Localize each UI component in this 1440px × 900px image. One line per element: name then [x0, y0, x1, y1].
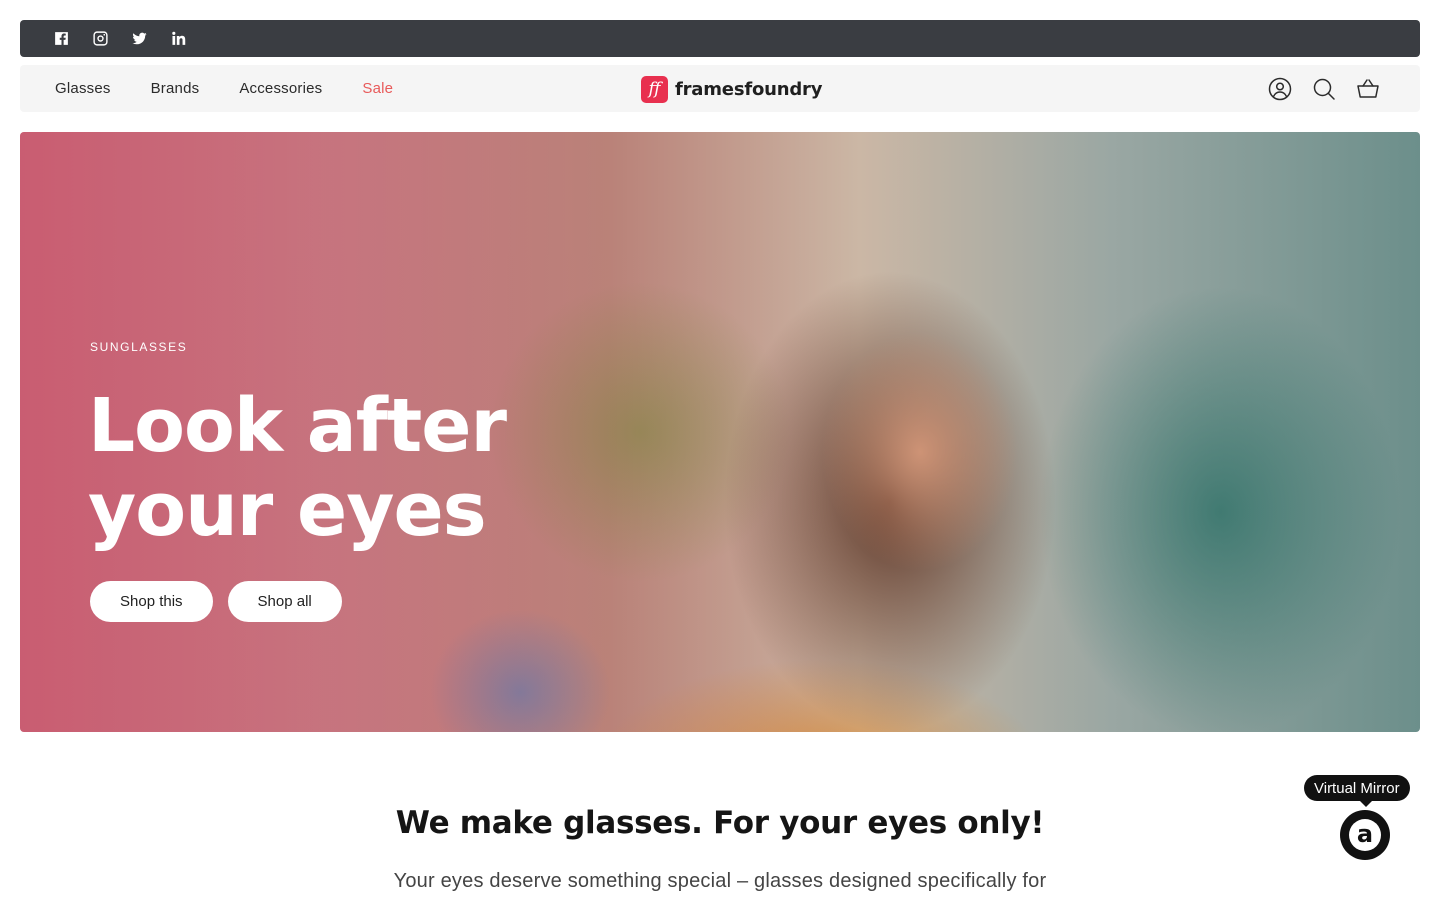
hero-banner: SUNGLASSES Look after your eyes Shop thi…: [20, 132, 1420, 732]
site-logo[interactable]: ff framesfoundry: [641, 75, 822, 103]
hero-title-line1: Look after: [88, 383, 507, 469]
facebook-icon[interactable]: [52, 29, 71, 48]
virtual-mirror-tooltip: Virtual Mirror: [1304, 775, 1410, 807]
nav-link-glasses[interactable]: Glasses: [55, 80, 111, 97]
shop-this-button[interactable]: Shop this: [90, 581, 213, 622]
intro-title: We make glasses. For your eyes only!: [395, 805, 1045, 841]
search-icon[interactable]: [1312, 77, 1336, 101]
account-icon[interactable]: [1268, 77, 1292, 101]
shop-all-button[interactable]: Shop all: [227, 581, 342, 622]
logo-text: framesfoundry: [675, 78, 823, 100]
hero-buttons: Shop this Shop all: [90, 581, 342, 622]
nav-link-accessories[interactable]: Accessories: [239, 80, 322, 97]
nav-link-brands[interactable]: Brands: [151, 80, 200, 97]
hero-label: SUNGLASSES: [90, 340, 188, 354]
virtual-mirror-button[interactable]: a: [1340, 810, 1390, 860]
virtual-mirror-icon: a: [1349, 819, 1381, 851]
hero-title-line2: your eyes: [88, 467, 487, 553]
virtual-mirror-glyph: a: [1356, 819, 1374, 848]
hero-title: Look after your eyes: [88, 384, 568, 552]
main-navbar: Glasses Brands Accessories Sale ff frame…: [20, 65, 1420, 112]
nav-icons: [1268, 65, 1380, 112]
social-bar: [20, 20, 1420, 57]
logo-mark: ff: [641, 75, 668, 103]
instagram-icon[interactable]: [91, 29, 110, 48]
intro-subtitle: Your eyes deserve something special – gl…: [393, 870, 1047, 892]
twitter-icon[interactable]: [130, 29, 149, 48]
cart-icon[interactable]: [1356, 77, 1380, 101]
nav-links: Glasses Brands Accessories Sale: [55, 65, 393, 112]
nav-link-sale[interactable]: Sale: [362, 80, 393, 97]
linkedin-icon[interactable]: [169, 29, 188, 48]
